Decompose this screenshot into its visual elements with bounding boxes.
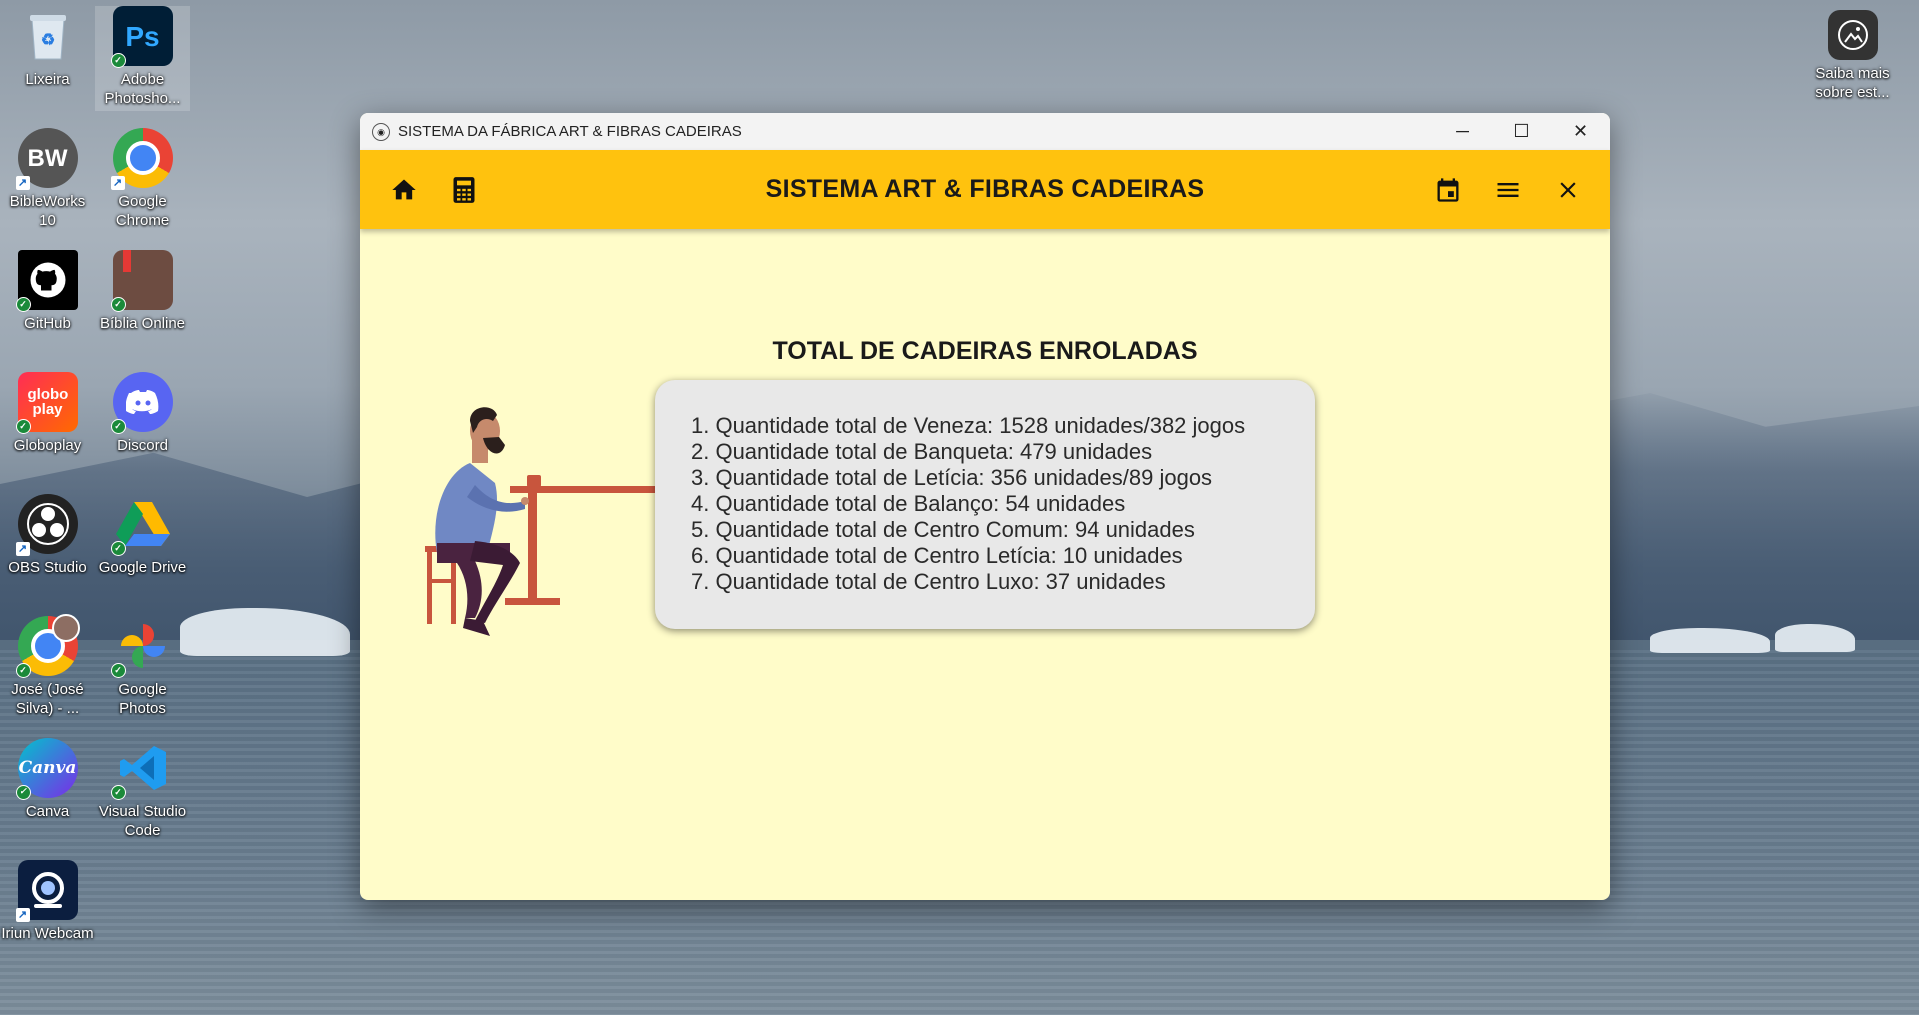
desktop-icon-label: Lixeira: [25, 71, 70, 88]
google-photos-icon: ✓: [110, 616, 173, 678]
desktop-icon-label: Google Photos: [118, 681, 167, 717]
desktop-icon-vscode[interactable]: ✓ Visual Studio Code: [95, 738, 190, 840]
desktop-icon-label: Iriun Webcam: [1, 925, 94, 942]
totals-list: 1. Quantidade total de Veneza: 1528 unid…: [691, 413, 1315, 595]
calculator-button[interactable]: [434, 160, 494, 220]
desktop-icon-photoshop[interactable]: Ps ✓ Adobe Photosho...: [95, 6, 190, 111]
google-drive-icon: ✓: [110, 494, 173, 556]
close-icon: [1560, 181, 1576, 198]
svg-text:♻: ♻: [40, 32, 54, 49]
desktop-icon-label: GitHub: [24, 315, 71, 332]
calendar-icon: [1437, 177, 1459, 202]
maximize-icon: ☐: [1513, 121, 1530, 141]
close-icon: ✕: [1572, 121, 1589, 141]
desktop-icon-label: BibleWorks 10: [9, 193, 86, 229]
desktop-icon-learn-more[interactable]: Saiba mais sobre est...: [1805, 10, 1900, 102]
list-item: 3. Quantidade total de Letícia: 356 unid…: [691, 465, 1213, 490]
list-item: 4. Quantidade total de Balanço: 54 unida…: [691, 491, 1126, 516]
desktop-icon-google-photos[interactable]: ✓ Google Photos: [95, 616, 190, 718]
home-icon: [392, 179, 416, 199]
bibleworks-icon: BW ↗: [15, 128, 78, 190]
list-item: 7. Quantidade total de Centro Luxo: 37 u…: [691, 569, 1166, 594]
desktop-icon-label: Globoplay: [13, 437, 82, 454]
obs-icon: ↗: [15, 494, 78, 556]
desktop-icon-github[interactable]: ✓ GitHub: [0, 250, 95, 333]
desktop-icon-globoplay[interactable]: globo play ✓ Globoplay: [0, 372, 95, 455]
list-item: 5. Quantidade total de Centro Comum: 94 …: [691, 517, 1195, 542]
recycle-bin-icon: ♻: [18, 6, 78, 66]
list-item: 1. Quantidade total de Veneza: 1528 unid…: [691, 413, 1246, 438]
window-titlebar[interactable]: ◉ SISTEMA DA FÁBRICA ART & FIBRAS CADEIR…: [360, 113, 1610, 150]
canva-icon: Canva ✓: [15, 738, 78, 800]
discord-icon: ✓: [110, 372, 173, 434]
calendar-button[interactable]: [1418, 160, 1478, 220]
desktop-icon-biblia-online[interactable]: ✓ Bíblia Online: [95, 250, 190, 333]
desktop-icon-label: José (José Silva) - ...: [11, 681, 84, 717]
photoshop-icon: Ps ✓: [110, 6, 173, 68]
content-heading: TOTAL DE CADEIRAS ENROLADAS: [772, 337, 1198, 365]
desktop-icon-iriun[interactable]: ↗ Iriun Webcam: [0, 860, 95, 943]
desktop-icon-lixeira[interactable]: ♻ Lixeira: [0, 6, 95, 89]
maximize-button[interactable]: ☐: [1492, 113, 1551, 150]
desktop-icon-google-drive[interactable]: ✓ Google Drive: [95, 494, 190, 577]
desktop-icon-label: Visual Studio Code: [98, 803, 187, 839]
desktop-icon-label: Saiba mais sobre est...: [1815, 65, 1890, 101]
close-button[interactable]: [1538, 160, 1598, 220]
minimize-button[interactable]: ─: [1433, 113, 1492, 150]
minimize-icon: ─: [1456, 121, 1469, 141]
desktop-icon-label: Adobe Photosho...: [104, 71, 181, 107]
calculator-icon: [453, 176, 475, 203]
totals-card: 1. Quantidade total de Veneza: 1528 unid…: [655, 380, 1315, 629]
desktop-icon-label: OBS Studio: [8, 559, 87, 576]
list-item: 2. Quantidade total de Banqueta: 479 uni…: [691, 439, 1153, 464]
chrome-profile-icon: ✓: [15, 614, 80, 678]
home-button[interactable]: [374, 160, 434, 220]
learn-more-icon: [1827, 10, 1878, 60]
desktop-icon-label: Canva: [25, 803, 70, 820]
desktop-icon-canva[interactable]: Canva ✓ Canva: [0, 738, 95, 821]
app-window: ◉ SISTEMA DA FÁBRICA ART & FIBRAS CADEIR…: [360, 113, 1610, 900]
desktop-icon-label: Discord: [117, 437, 168, 454]
github-icon: ✓: [15, 250, 78, 312]
menu-icon: [1497, 182, 1519, 197]
desktop-icon-label: Google Drive: [98, 559, 187, 576]
window-close-button[interactable]: ✕: [1551, 113, 1610, 150]
list-item: 6. Quantidade total de Centro Letícia: 1…: [691, 543, 1183, 568]
desktop-icon-chrome-profile[interactable]: ✓ José (José Silva) - ...: [0, 614, 95, 718]
globoplay-icon: globo play ✓: [15, 372, 78, 434]
window-title: SISTEMA DA FÁBRICA ART & FIBRAS CADEIRAS: [398, 123, 742, 140]
desktop-icon-label: Bíblia Online: [99, 315, 186, 332]
desktop-icon-label: Google Chrome: [115, 193, 170, 229]
bible-online-icon: ✓: [110, 250, 173, 312]
iriun-webcam-icon: ↗: [15, 860, 78, 922]
app-bar: SISTEMA ART & FIBRAS CADEIRAS: [360, 150, 1610, 229]
vscode-icon: ✓: [110, 738, 173, 800]
desktop-icon-obs[interactable]: ↗ OBS Studio: [0, 494, 95, 577]
chrome-icon: ↗: [110, 128, 173, 190]
menu-button[interactable]: [1478, 160, 1538, 220]
desktop-icon-discord[interactable]: ✓ Discord: [95, 372, 190, 455]
desktop-icon-chrome[interactable]: ↗ Google Chrome: [95, 128, 190, 230]
desktop-icon-bibleworks[interactable]: BW ↗ BibleWorks 10: [0, 128, 95, 230]
app-icon: ◉: [372, 122, 390, 141]
man-at-table-illustration: [425, 407, 655, 636]
